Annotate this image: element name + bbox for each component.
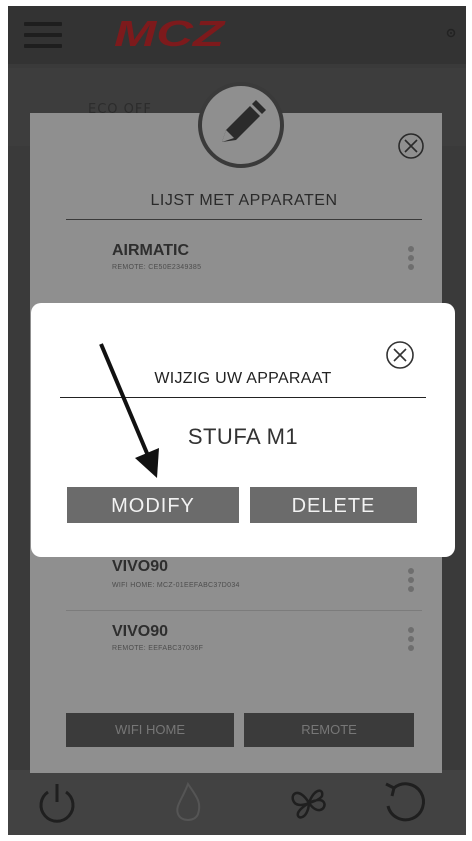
close-icon[interactable]: [384, 339, 416, 371]
menu-icon[interactable]: [24, 22, 62, 48]
title-divider: [66, 219, 422, 220]
device-item-subtitle: WIFI HOME: MCZ-01EEFABC37D034: [112, 582, 240, 589]
device-item-name: VIVO90: [112, 558, 169, 575]
bottom-nav: [8, 770, 466, 835]
power-icon[interactable]: [34, 780, 80, 826]
refresh-icon[interactable]: [378, 778, 430, 828]
more-options-icon[interactable]: [408, 246, 414, 273]
wifi-home-button[interactable]: WIFI HOME: [66, 713, 234, 747]
brand-logo: MCZ: [114, 16, 227, 50]
arrow-annotation: [99, 343, 159, 478]
flame-icon[interactable]: [168, 780, 208, 826]
more-options-icon[interactable]: [408, 627, 414, 654]
device-item-name: VIVO90: [112, 623, 169, 640]
device-item-subtitle: REMOTE: EEFABC37036F: [112, 645, 204, 652]
fan-icon[interactable]: [284, 780, 334, 826]
device-list-title: LIJST MET APPARATEN: [150, 192, 338, 209]
item-divider: [66, 610, 422, 611]
modify-button[interactable]: MODIFY: [67, 487, 239, 523]
svg-text:MCZ: MCZ: [114, 16, 227, 50]
delete-button[interactable]: DELETE: [250, 487, 417, 523]
close-icon[interactable]: [396, 131, 426, 161]
gear-icon[interactable]: [446, 28, 456, 38]
more-options-icon[interactable]: [408, 568, 414, 595]
device-item-subtitle: REMOTE: CE50E2349385: [112, 264, 202, 271]
remote-button[interactable]: REMOTE: [244, 713, 414, 747]
top-bar: MCZ: [8, 6, 466, 64]
edit-badge[interactable]: [198, 82, 284, 168]
device-item-name: AIRMATIC: [112, 242, 190, 259]
pencil-icon: [222, 100, 266, 142]
